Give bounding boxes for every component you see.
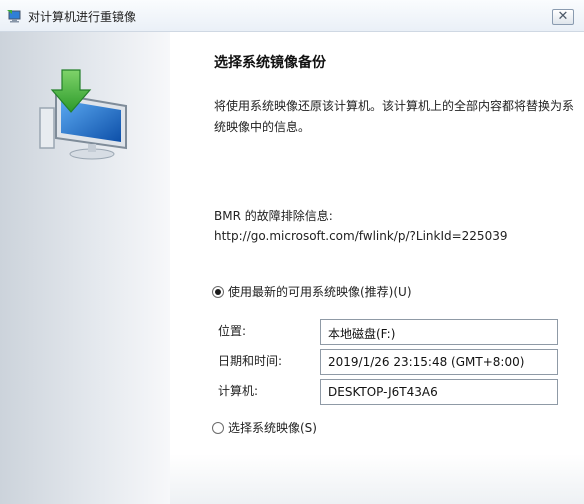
location-value-box: 本地磁盘(F:) — [320, 319, 558, 345]
close-button[interactable]: ✕ — [552, 9, 574, 25]
description-text: 将使用系统映像还原该计算机。该计算机上的全部内容都将替换为系统映像中的信息。 — [214, 99, 575, 134]
main-content: 选择系统镜像备份 将使用系统映像还原该计算机。该计算机上的全部内容都将替换为系统… — [170, 32, 584, 504]
datetime-value-box: 2019/1/26 23:15:48 (GMT+8:00) — [320, 349, 558, 375]
restore-computer-icon — [7, 10, 21, 23]
computer-label: 计算机: — [218, 384, 259, 398]
title-bar: 对计算机进行重镜像 ✕ — [0, 0, 584, 32]
radio-button-unselected[interactable] — [212, 421, 224, 434]
sidebar-panel — [0, 32, 170, 504]
radio-select-label[interactable]: 选择系统映像(S) — [228, 419, 317, 436]
computer-restore-arrow-icon — [39, 69, 127, 160]
bmr-link[interactable]: http://go.microsoft.com/fwlink/p/?LinkId… — [214, 226, 507, 246]
radio-select-image[interactable]: 选择系统映像(S) — [212, 419, 317, 436]
window-title: 对计算机进行重镜像 — [28, 10, 137, 24]
page-title: 选择系统镜像备份 — [214, 55, 326, 71]
bmr-info: BMR 的故障排除信息: http://go.microsoft.com/fwl… — [214, 206, 507, 246]
datetime-label: 日期和时间: — [218, 354, 283, 368]
radio-button-selected[interactable] — [212, 285, 224, 298]
radio-use-latest-image[interactable]: 使用最新的可用系统映像(推荐)(U) — [212, 283, 412, 300]
radio-use-latest-label[interactable]: 使用最新的可用系统映像(推荐)(U) — [228, 283, 412, 300]
bottom-fade — [170, 454, 584, 504]
location-label: 位置: — [218, 324, 247, 338]
bmr-label: BMR 的故障排除信息: — [214, 209, 333, 223]
computer-value-box: DESKTOP-J6T43A6 — [320, 379, 558, 405]
